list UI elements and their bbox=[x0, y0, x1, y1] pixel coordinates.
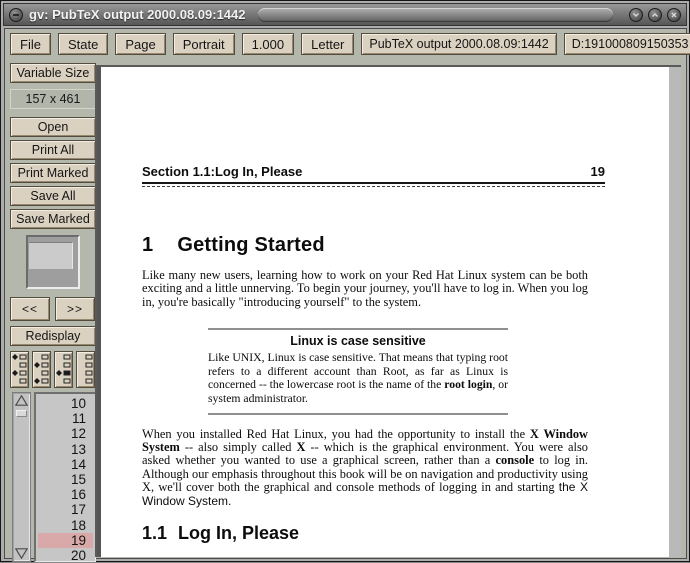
orientation-button[interactable]: Portrait bbox=[173, 33, 235, 55]
unmark-all-icon bbox=[78, 354, 93, 385]
chapter-title: Getting Started bbox=[177, 234, 324, 256]
paragraph-text-bold: console bbox=[496, 453, 535, 467]
page-list-item[interactable]: 17 bbox=[36, 502, 95, 517]
mark-current-page-icon bbox=[56, 354, 71, 385]
page-locator[interactable] bbox=[26, 235, 80, 289]
note-box: Linux is case sensitive Like UNIX, Linux… bbox=[208, 328, 508, 414]
note-body: Like UNIX, Linux is case sensitive. That… bbox=[208, 351, 508, 405]
redisplay-button[interactable]: Redisplay bbox=[10, 326, 96, 346]
mark-current-page-button[interactable] bbox=[54, 351, 73, 388]
client-area: File State Page Portrait 1.000 Letter Pu… bbox=[4, 28, 687, 559]
note-rule-bottom bbox=[208, 413, 508, 415]
page-list-item[interactable]: 20 bbox=[36, 548, 95, 563]
paragraph-x-window: When you installed Red Hat Linux, you ha… bbox=[142, 428, 588, 508]
page-list-item[interactable]: 16 bbox=[36, 487, 95, 502]
maximize-button[interactable] bbox=[648, 8, 662, 22]
mark-buttons bbox=[10, 351, 96, 388]
iconify-button[interactable] bbox=[629, 8, 643, 22]
page-button[interactable]: Page bbox=[115, 33, 165, 55]
section-title: Log In, Please bbox=[178, 523, 299, 543]
scroll-up-icon[interactable] bbox=[15, 395, 28, 406]
note-title: Linux is case sensitive bbox=[208, 334, 508, 348]
section-heading: 1.1 Log In, Please bbox=[142, 523, 605, 544]
paragraph-text: -- also simply called bbox=[180, 440, 297, 454]
running-header-page-number: 19 bbox=[591, 164, 605, 179]
scrollbar-thumb[interactable] bbox=[16, 410, 27, 417]
size-display: 157 x 461 bbox=[10, 89, 96, 109]
toggle-odd-marks-button[interactable] bbox=[10, 351, 29, 388]
page-list-item[interactable]: 18 bbox=[36, 518, 95, 533]
print-marked-button[interactable]: Print Marked bbox=[10, 163, 96, 183]
sidebar: Variable Size 157 x 461 Open Print All P… bbox=[10, 63, 96, 562]
page-list: 10 11 12 13 14 15 16 17 18 19 20 bbox=[34, 392, 96, 562]
variable-size-button[interactable]: Variable Size bbox=[10, 63, 96, 83]
document-date-label: D:191000809150353 bbox=[564, 33, 690, 55]
page-list-item[interactable]: 12 bbox=[36, 426, 95, 441]
toggle-even-marks-button[interactable] bbox=[32, 351, 51, 388]
chapter-heading: 1 Getting Started bbox=[142, 234, 605, 257]
next-page-button[interactable]: >> bbox=[55, 297, 95, 321]
prev-page-button[interactable]: << bbox=[10, 297, 50, 321]
file-button[interactable]: File bbox=[10, 33, 51, 55]
paper-size-button[interactable]: Letter bbox=[301, 33, 354, 55]
scroll-down-icon[interactable] bbox=[15, 548, 28, 559]
save-marked-button[interactable]: Save Marked bbox=[10, 209, 96, 229]
toggle-even-marks-icon bbox=[34, 354, 49, 385]
toggle-odd-marks-icon bbox=[12, 354, 27, 385]
page-list-item-current[interactable]: 19 bbox=[38, 533, 93, 548]
paragraph-intro: Like many new users, learning how to wor… bbox=[142, 269, 588, 309]
close-button[interactable] bbox=[667, 8, 681, 22]
save-all-button[interactable]: Save All bbox=[10, 186, 96, 206]
scale-button[interactable]: 1.000 bbox=[242, 33, 295, 55]
note-text-bold: root login bbox=[444, 378, 492, 391]
header-rule bbox=[142, 182, 605, 184]
toolbar: File State Page Portrait 1.000 Letter Pu… bbox=[10, 33, 681, 55]
titlebar-groove bbox=[258, 8, 614, 22]
open-button[interactable]: Open bbox=[10, 117, 96, 137]
page-list-item[interactable]: 14 bbox=[36, 457, 95, 472]
print-all-button[interactable]: Print All bbox=[10, 140, 96, 160]
document-viewport[interactable]: Section 1.1:Log In, Please 19 1 Getting S… bbox=[95, 65, 681, 557]
unmark-all-button[interactable] bbox=[76, 351, 95, 388]
window-title: gv: PubTeX output 2000.08.09:1442 bbox=[29, 7, 246, 22]
page-list-item[interactable]: 10 bbox=[36, 396, 95, 411]
page-list-item[interactable]: 13 bbox=[36, 442, 95, 457]
page-list-scrollbar[interactable] bbox=[12, 392, 31, 562]
paragraph-text: When you installed Red Hat Linux, you ha… bbox=[142, 427, 530, 441]
header-rule-dashed bbox=[142, 186, 605, 187]
window-menu-icon[interactable] bbox=[9, 8, 23, 22]
gv-window: gv: PubTeX output 2000.08.09:1442 File S… bbox=[0, 0, 690, 562]
running-header: Section 1.1:Log In, Please 19 bbox=[142, 164, 605, 179]
state-button[interactable]: State bbox=[58, 33, 108, 55]
page-list-item[interactable]: 11 bbox=[36, 411, 95, 426]
document-page: Section 1.1:Log In, Please 19 1 Getting S… bbox=[97, 67, 669, 557]
page-list-item[interactable]: 15 bbox=[36, 472, 95, 487]
section-number: 1.1 bbox=[142, 523, 167, 543]
chapter-number: 1 bbox=[142, 234, 153, 256]
running-header-section: Section 1.1:Log In, Please bbox=[142, 164, 302, 179]
titlebar[interactable]: gv: PubTeX output 2000.08.09:1442 bbox=[3, 3, 687, 26]
note-rule-top bbox=[208, 328, 508, 330]
document-title-label: PubTeX output 2000.08.09:1442 bbox=[361, 33, 556, 55]
locator-visible-region[interactable] bbox=[29, 242, 73, 269]
